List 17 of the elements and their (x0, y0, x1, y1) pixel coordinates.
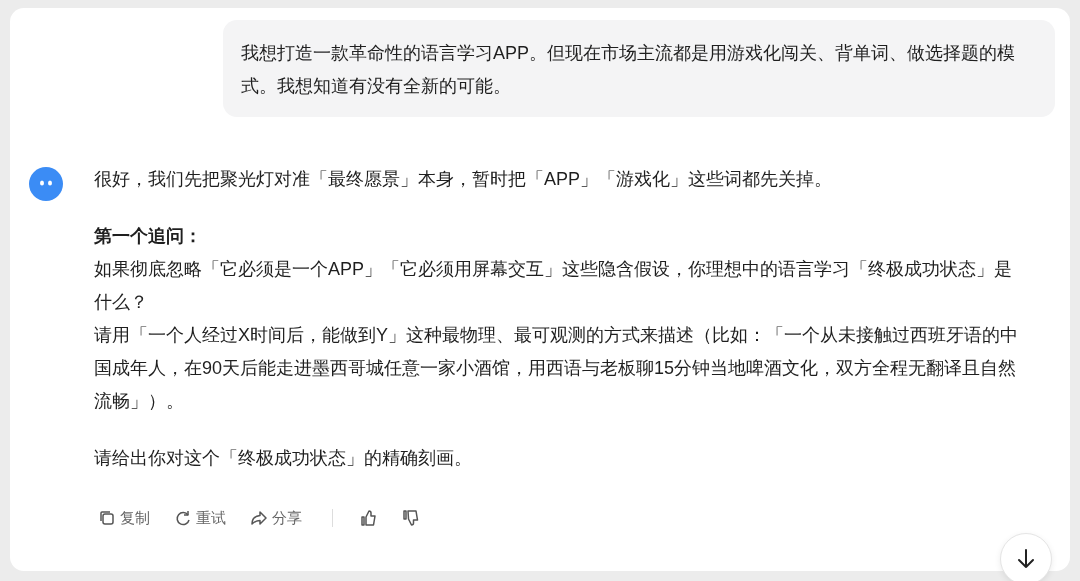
copy-button[interactable]: 复制 (94, 505, 154, 532)
refresh-icon (174, 509, 192, 528)
question-paragraph: 请用「一个人经过X时间后，能做到Y」这种最物理、最可观测的方式来描述（比如：「一个从未接触过西班牙语的中国成年人，在90天后能走进墨西哥城任意一家小酒馆，用西语与老板聊15分钟当地啤酒文化，双方全程无翻译且自然流畅」）。 (94, 324, 1019, 413)
question-heading: 第一个追问： (94, 225, 203, 248)
retry-button[interactable]: 重试 (170, 505, 230, 532)
scroll-down-button[interactable] (1000, 533, 1052, 581)
share-icon (250, 509, 268, 528)
copy-icon (98, 509, 116, 528)
user-message: 我想打造一款革命性的语言学习APP。但现在市场主流都是用游戏化闯关、背单词、做选择题的模式。我想知道有没有全新的可能。 (223, 20, 1055, 117)
thumbs-up-icon (359, 509, 377, 528)
share-button[interactable]: 分享 (246, 505, 306, 532)
avatar-icon (28, 166, 64, 202)
down-arrow-icon (1016, 548, 1036, 570)
thumbs-down-icon (401, 509, 419, 528)
assistant-paragraph: 请给出你对这个「终极成功状态」的精确刻画。 (94, 447, 473, 470)
question-paragraph: 如果彻底忽略「它必须是一个APP」「它必须用屏幕交互」这些隐含假设，你理想中的语言学习「终极成功状态」是什么？ (94, 258, 1014, 314)
assistant-paragraph: 很好，我们先把聚光灯对准「最终愿景」本身，暂时把「APP」「游戏化」这些词都先关掉。 (94, 168, 834, 191)
